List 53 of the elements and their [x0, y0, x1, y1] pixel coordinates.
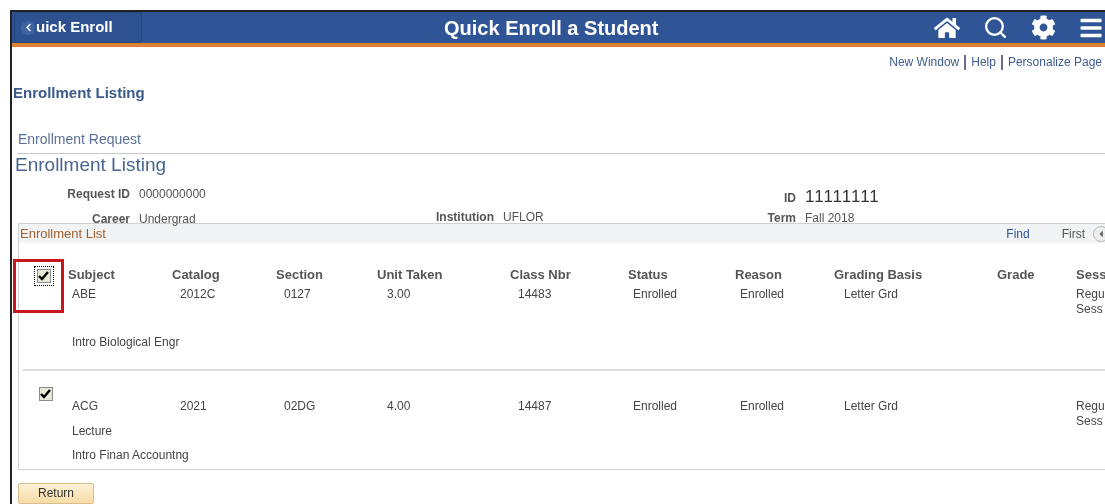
table-cell: Regu: [1076, 287, 1105, 302]
table-cell: 02DG: [284, 399, 316, 413]
column-header: Grading Basis: [834, 266, 924, 285]
table-cell-text: Sess: [1076, 414, 1104, 429]
field-value: 11111111: [805, 185, 880, 208]
column-header: Status: [628, 266, 669, 285]
table-cell: Enrolled: [740, 287, 785, 301]
field-value: Undergrad: [139, 210, 196, 228]
header-link[interactable]: Personalize Page: [1007, 53, 1102, 71]
find-link[interactable]: Find: [1006, 224, 1030, 243]
column-header: Sess: [1076, 266, 1105, 285]
header-link[interactable]: New Window: [889, 53, 960, 71]
table-cell: 2021: [180, 399, 207, 413]
table-cell: 0127: [284, 287, 311, 301]
column-header: Reason: [735, 266, 783, 285]
component-text: Lecture: [72, 423, 114, 440]
section-label: Enrollment Request: [18, 130, 141, 147]
column-header: Grade: [997, 266, 1036, 285]
section-title: Enrollment Listing: [15, 153, 168, 176]
return-button[interactable]: Return: [18, 482, 94, 504]
header-link[interactable]: Help: [971, 53, 996, 71]
table-cell: 4.00: [387, 399, 411, 413]
table-cell: 14483: [518, 287, 552, 301]
table-cell: Letter Grd: [844, 399, 899, 413]
field-value: Fall 2018: [805, 209, 855, 227]
column-header: Section: [276, 266, 324, 285]
table-cell: 3.00: [387, 287, 411, 301]
field-label: Term: [766, 209, 796, 227]
table-cell: ACG: [72, 399, 98, 413]
table-cell: 14487: [518, 399, 552, 413]
window-title: Quick Enroll a Student: [444, 15, 659, 41]
column-header: Catalog: [172, 266, 221, 285]
column-header: Unit Taken: [377, 266, 444, 285]
column-header: Class Nbr: [510, 266, 572, 285]
field-label: ID: [783, 189, 796, 207]
page-title: Enrollment Listing: [13, 83, 146, 103]
course-description: Intro Biological Engr: [72, 334, 181, 351]
table-cell: Regu: [1076, 399, 1105, 414]
back-button[interactable]: uick Enroll: [14, 12, 142, 43]
table-cell: Enrolled: [633, 399, 678, 413]
table-cell-text: Sess: [1076, 302, 1104, 317]
table-cell: 2012C: [180, 287, 216, 301]
field-label: Request ID: [66, 185, 130, 203]
table-cell: Letter Grd: [844, 287, 899, 301]
field-label: Institution: [435, 208, 494, 226]
course-description: Intro Finan Accountng: [72, 447, 190, 464]
table-cell: Enrolled: [740, 399, 785, 413]
column-header: Subject: [68, 266, 116, 285]
field-value: 0000000000: [139, 185, 206, 203]
field-value: UFLOR: [503, 208, 544, 226]
table-cell: ABE: [72, 287, 96, 301]
table-cell: Enrolled: [633, 287, 678, 301]
first-label: First: [1061, 225, 1085, 243]
